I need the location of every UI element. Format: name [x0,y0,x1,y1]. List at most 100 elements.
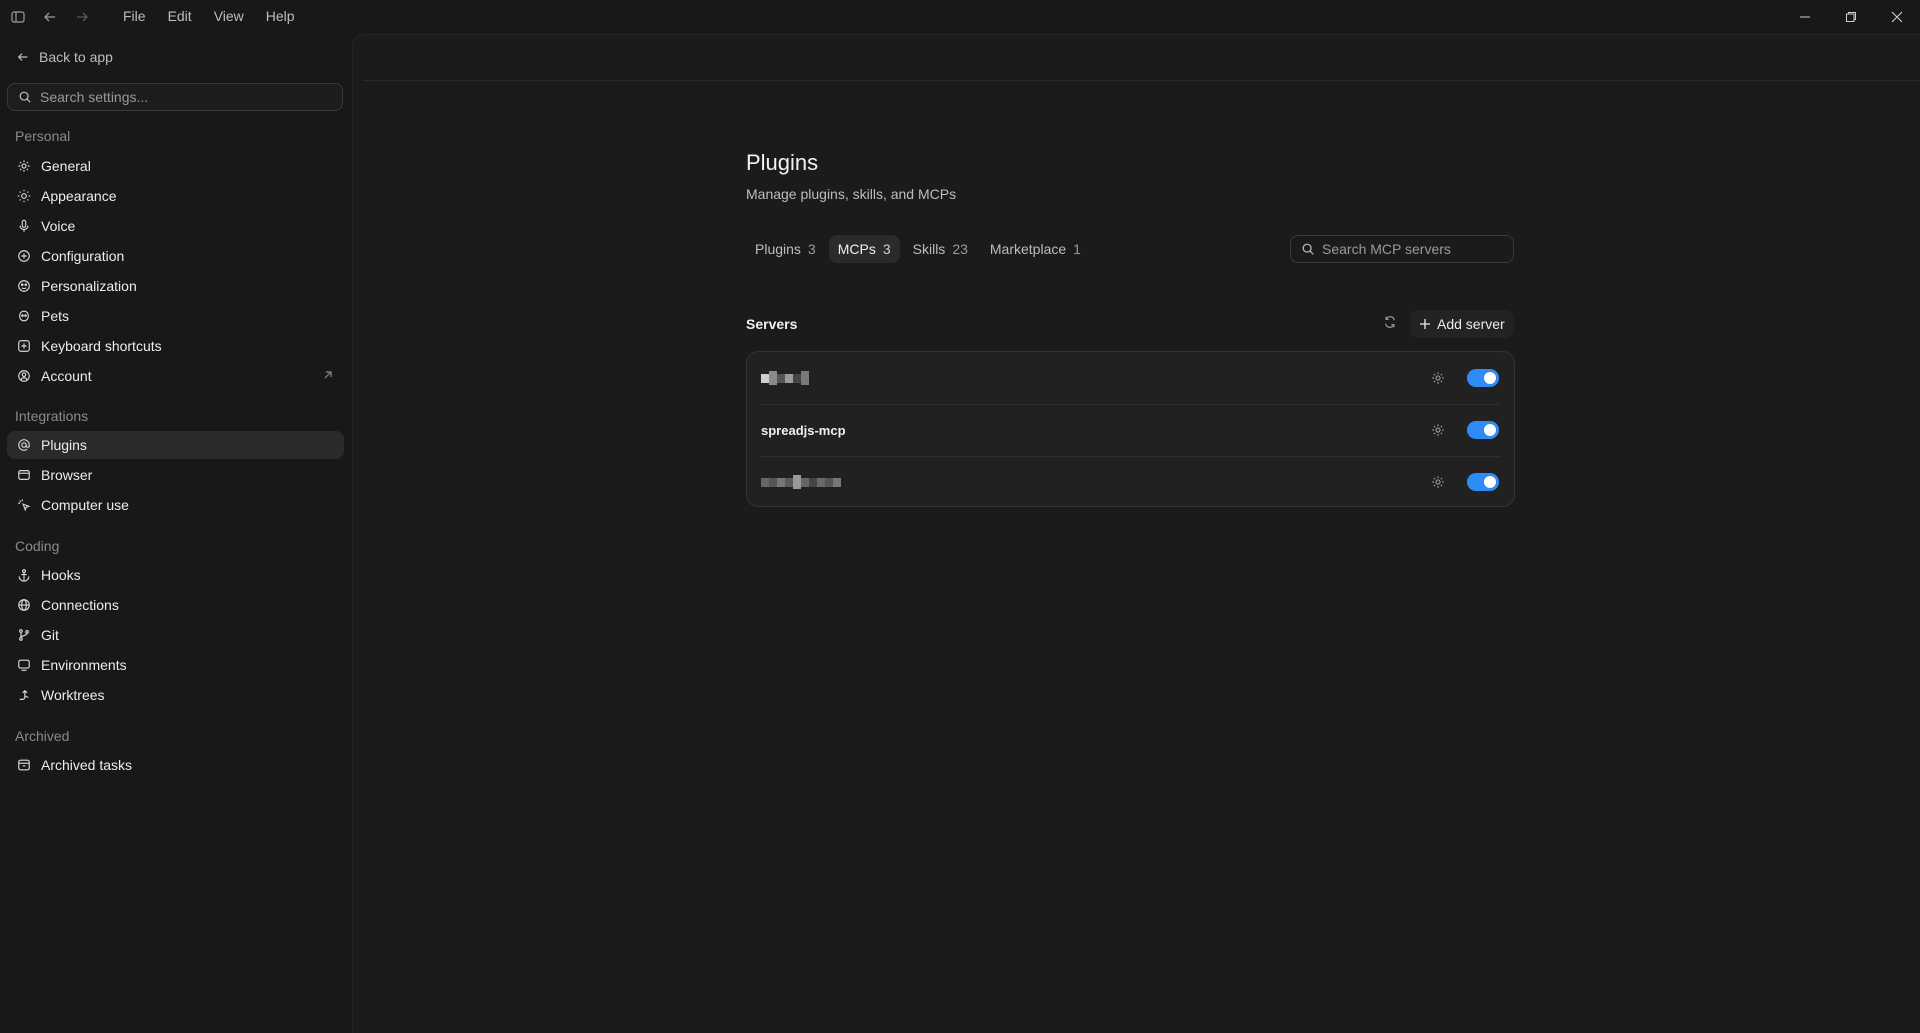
redacted-server-name [761,371,809,385]
sidebar-item-label: Account [41,368,92,384]
sidebar-item-computer-use[interactable]: Computer use [7,491,344,519]
pet-icon [16,308,32,324]
back-to-app-link[interactable]: Back to app [16,49,113,65]
server-row[interactable] [747,456,1514,508]
sidebar-item-hooks[interactable]: Hooks [7,561,344,589]
search-icon [19,91,31,103]
sliders-icon [16,248,32,264]
sidebar-item-label: Environments [41,657,127,673]
tab-skills[interactable]: Skills 23 [904,235,977,263]
tab-label: Marketplace [989,241,1067,257]
server-settings-gear-icon[interactable] [1429,369,1447,387]
sidebar-item-archived-tasks[interactable]: Archived tasks [7,751,344,779]
tab-count: 1 [1073,241,1081,257]
tab-label: Skills [912,241,946,257]
server-settings-gear-icon[interactable] [1429,421,1447,439]
gear-icon [16,158,32,174]
sidebar-item-plugins[interactable]: Plugins [7,431,344,459]
sidebar-item-label: Appearance [41,188,117,204]
keyboard-icon [16,338,32,354]
sidebar-item-pets[interactable]: Pets [7,302,344,330]
settings-search-input[interactable] [40,89,320,105]
refresh-icon[interactable] [1378,310,1402,334]
mic-icon [16,218,32,234]
sidebar-toggle-icon[interactable] [8,7,28,27]
server-name: spreadjs-mcp [761,422,846,438]
sidebar-item-label: General [41,158,91,174]
server-row[interactable]: spreadjs-mcp [747,404,1514,456]
back-arrow-icon[interactable] [40,7,60,27]
back-arrow-icon [17,53,28,61]
title-bar: File Edit View Help [0,0,1920,34]
globe-icon [16,597,32,613]
sidebar-item-label: Hooks [41,567,81,583]
tab-plugins[interactable]: Plugins 3 [746,235,825,263]
plus-icon [1420,319,1430,329]
server-enabled-toggle[interactable] [1467,369,1499,387]
add-server-button[interactable]: Add server [1410,310,1514,338]
tab-label: Plugins [755,241,801,257]
tab-mcps[interactable]: MCPs 3 [828,235,900,263]
menu-edit[interactable]: Edit [157,8,203,24]
header-divider [363,80,1920,81]
mcp-search-input[interactable] [1322,241,1502,257]
menu-view[interactable]: View [203,8,255,24]
settings-sidebar: Back to app Personal General Appearance … [0,34,352,1033]
sidebar-item-git[interactable]: Git [7,621,344,649]
sidebar-item-voice[interactable]: Voice [7,212,344,240]
menu-help[interactable]: Help [255,8,306,24]
sidebar-item-environments[interactable]: Environments [7,651,344,679]
add-server-label: Add server [1437,316,1505,332]
restore-icon[interactable] [1828,0,1874,34]
sidebar-item-account[interactable]: Account [7,362,344,390]
close-icon[interactable] [1874,0,1920,34]
tab-marketplace[interactable]: Marketplace 1 [981,235,1090,263]
sidebar-item-label: Connections [41,597,119,613]
sidebar-item-browser[interactable]: Browser [7,461,344,489]
anchor-icon [16,567,32,583]
sidebar-item-appearance[interactable]: Appearance [7,182,344,210]
page-title: Plugins [746,150,819,175]
section-title-archived: Archived [15,728,70,744]
tab-count: 23 [952,241,968,257]
search-icon [1302,243,1314,255]
menu-file[interactable]: File [112,8,157,24]
cursor-icon [16,497,32,513]
tab-count: 3 [807,241,816,257]
sidebar-item-label: Voice [41,218,76,234]
account-icon [16,368,32,384]
sidebar-item-label: Pets [41,308,70,324]
sidebar-item-label: Keyboard shortcuts [41,338,162,354]
external-link-icon [322,368,334,384]
tab-bar: Plugins 3 MCPs 3 Skills 23 Marketplace 1 [746,235,1090,263]
server-enabled-toggle[interactable] [1467,421,1499,439]
palette-icon [16,278,32,294]
window-controls [1782,0,1920,34]
sidebar-item-general[interactable]: General [7,152,344,180]
settings-main-panel: Plugins Manage plugins, skills, and MCPs… [352,34,1920,1033]
server-enabled-toggle[interactable] [1467,473,1499,491]
settings-search[interactable] [7,83,343,111]
worktree-icon [16,687,32,703]
section-title-personal: Personal [15,128,71,144]
sidebar-item-label: Computer use [41,497,129,513]
section-title-coding: Coding [15,538,60,554]
page-subtitle: Manage plugins, skills, and MCPs [746,186,957,202]
tab-count: 3 [882,241,891,257]
sidebar-item-label: Archived tasks [41,757,133,773]
server-row[interactable] [747,352,1514,404]
sidebar-item-connections[interactable]: Connections [7,591,344,619]
servers-heading: Servers [746,316,798,332]
sidebar-item-personalization[interactable]: Personalization [7,272,344,300]
sidebar-item-worktrees[interactable]: Worktrees [7,681,344,709]
sidebar-item-configuration[interactable]: Configuration [7,242,344,270]
forward-arrow-icon[interactable] [72,7,92,27]
sidebar-item-label: Configuration [41,248,125,264]
server-settings-gear-icon[interactable] [1429,473,1447,491]
sidebar-item-label: Browser [41,467,93,483]
menu-bar: File Edit View Help [112,8,306,24]
minimize-icon[interactable] [1782,0,1828,34]
archive-icon [16,757,32,773]
mcp-search[interactable] [1290,235,1514,263]
sidebar-item-keyboard-shortcuts[interactable]: Keyboard shortcuts [7,332,344,360]
